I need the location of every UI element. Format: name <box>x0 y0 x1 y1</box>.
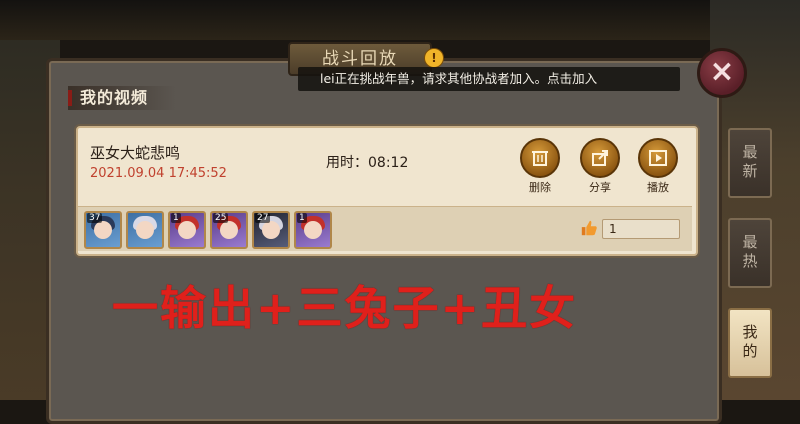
play-button[interactable]: 播放 <box>638 138 678 195</box>
video-card[interactable]: 巫女大蛇悲鸣 2021.09.04 17:45:52 用时：08:12 删除 分… <box>76 126 698 256</box>
shikigami-avatar[interactable]: 37 <box>84 211 122 249</box>
share-icon <box>592 150 608 166</box>
background-top <box>0 0 800 40</box>
lineup-row: 37 1 25 27 1 1 <box>78 206 692 251</box>
play-icon <box>649 150 667 166</box>
shikigami-avatar[interactable]: 27 <box>252 211 290 249</box>
tab-hottest[interactable]: 最热 <box>728 218 772 288</box>
video-duration: 用时：08:12 <box>326 155 409 171</box>
share-label: 分享 <box>589 181 611 194</box>
share-button[interactable]: 分享 <box>580 138 620 195</box>
shikigami-avatar[interactable]: 25 <box>210 211 248 249</box>
close-icon: × <box>709 54 735 89</box>
play-label: 播放 <box>647 181 669 194</box>
tab-mine[interactable]: 我的 <box>728 308 772 378</box>
thumbs-up-icon[interactable] <box>580 219 598 237</box>
video-title: 巫女大蛇悲鸣 <box>90 144 181 162</box>
alert-icon: ! <box>424 48 444 68</box>
close-button[interactable]: × <box>697 48 747 98</box>
assist-notice-banner[interactable]: lei正在挑战年兽，请求其他协战者加入。点击加入 <box>298 67 680 91</box>
shikigami-avatar[interactable]: 1 <box>168 211 206 249</box>
delete-label: 删除 <box>529 181 551 194</box>
tab-latest[interactable]: 最新 <box>728 128 772 198</box>
my-videos-label: 我的视频 <box>68 86 176 110</box>
shikigami-avatar[interactable] <box>126 211 164 249</box>
like-count: 1 <box>602 219 680 239</box>
shikigami-avatar[interactable]: 1 <box>294 211 332 249</box>
trash-icon <box>532 151 548 166</box>
lineup-annotation: 一输出+三兔子+丑女 <box>112 281 578 335</box>
video-datetime: 2021.09.04 17:45:52 <box>90 166 227 181</box>
delete-button[interactable]: 删除 <box>520 138 560 195</box>
